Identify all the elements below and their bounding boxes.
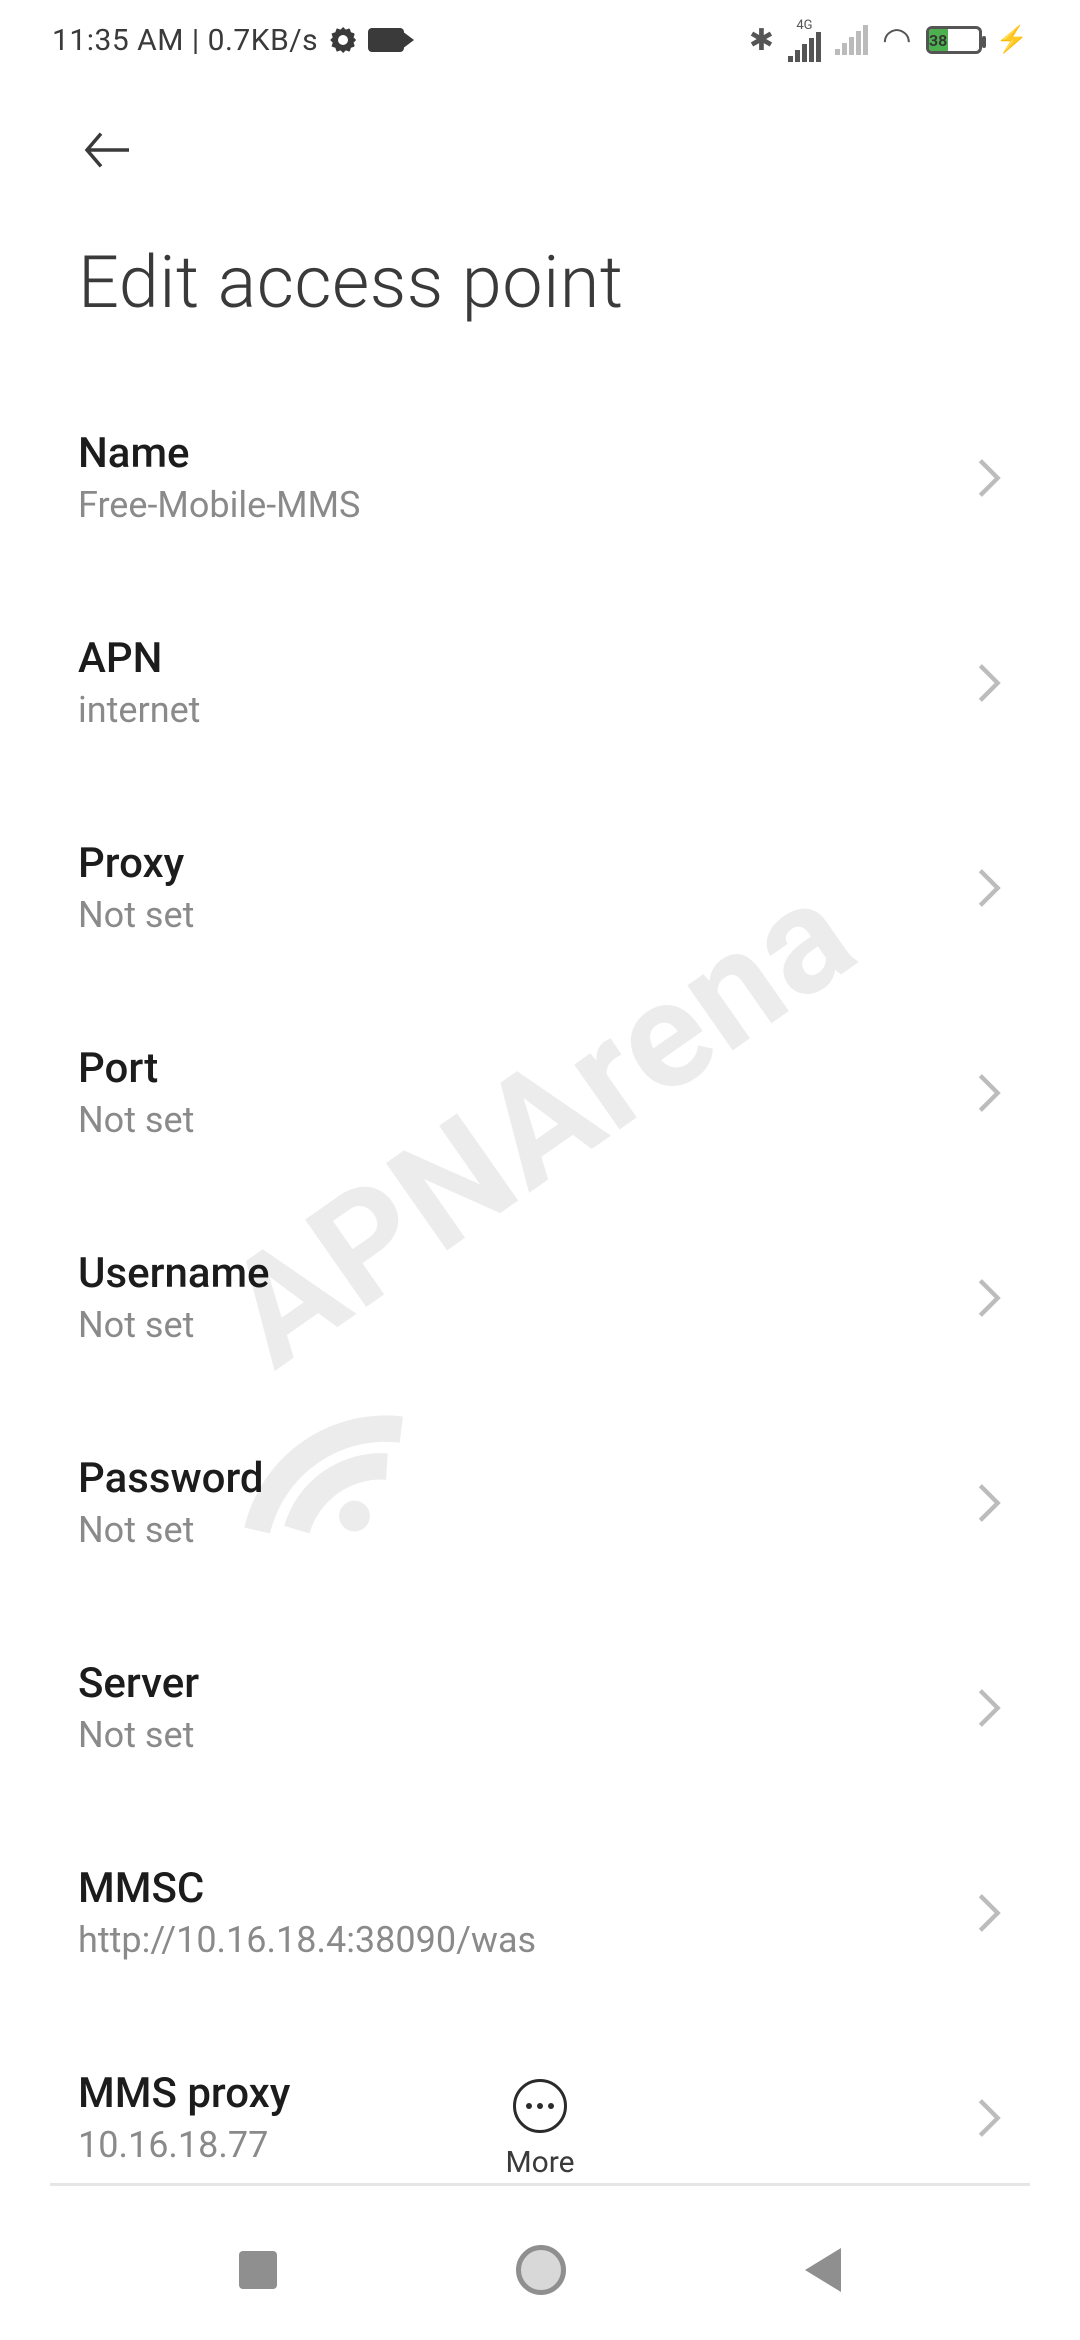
setting-row-password[interactable]: Password Not set xyxy=(78,1400,1002,1605)
chevron-right-icon xyxy=(976,1686,1002,1730)
setting-row-username[interactable]: Username Not set xyxy=(78,1195,1002,1400)
battery-level: 38 xyxy=(929,29,948,51)
nav-divider xyxy=(50,2183,1030,2186)
setting-row-proxy[interactable]: Proxy Not set xyxy=(78,785,1002,990)
signal-sim2-icon xyxy=(835,25,868,55)
setting-label: MMSC xyxy=(78,1864,536,1913)
charging-icon: ⚡ xyxy=(996,25,1028,55)
setting-label: Port xyxy=(78,1044,194,1093)
chevron-right-icon xyxy=(976,866,1002,910)
setting-value: Not set xyxy=(78,894,194,936)
status-bar: 11:35 AM | 0.7KB/s ✱ 4G ◠ 38 ⚡ xyxy=(0,0,1080,80)
setting-value: Free-Mobile-MMS xyxy=(78,484,360,526)
setting-value: Not set xyxy=(78,1509,264,1551)
setting-value: Not set xyxy=(78,1304,270,1346)
more-icon xyxy=(513,2079,567,2133)
app-bar xyxy=(0,80,1080,180)
nav-recent-button[interactable] xyxy=(239,2251,277,2289)
status-left: 11:35 AM | 0.7KB/s xyxy=(52,23,404,58)
setting-label: Proxy xyxy=(78,839,194,888)
setting-value: Not set xyxy=(78,1714,199,1756)
setting-label: APN xyxy=(78,634,200,683)
setting-value: Not set xyxy=(78,1099,194,1141)
chevron-right-icon xyxy=(976,1891,1002,1935)
setting-label: Username xyxy=(78,1249,270,1298)
bluetooth-icon: ✱ xyxy=(749,23,774,58)
more-button[interactable]: More xyxy=(505,2079,574,2180)
settings-list: Name Free-Mobile-MMS APN internet Proxy … xyxy=(0,375,1080,2220)
nav-back-button[interactable] xyxy=(805,2248,841,2292)
more-label: More xyxy=(505,2145,574,2180)
status-right: ✱ 4G ◠ 38 ⚡ xyxy=(749,19,1028,62)
setting-label: Password xyxy=(78,1454,264,1503)
status-time: 11:35 AM | 0.7KB/s xyxy=(52,23,318,58)
battery-icon: 38 xyxy=(926,26,982,54)
setting-label: Name xyxy=(78,429,360,478)
camera-icon xyxy=(368,28,404,52)
setting-value: http://10.16.18.4:38090/was xyxy=(78,1919,536,1961)
gear-icon xyxy=(330,27,356,53)
wifi-icon: ◠ xyxy=(882,20,912,60)
chevron-right-icon xyxy=(976,456,1002,500)
chevron-right-icon xyxy=(976,1276,1002,1320)
arrow-left-icon xyxy=(80,122,136,178)
setting-label: Server xyxy=(78,1659,199,1708)
chevron-right-icon xyxy=(976,1071,1002,1115)
system-nav-bar xyxy=(0,2200,1080,2340)
setting-row-apn[interactable]: APN internet xyxy=(78,580,1002,785)
back-button[interactable] xyxy=(78,120,138,180)
setting-row-mmsc[interactable]: MMSC http://10.16.18.4:38090/was xyxy=(78,1810,1002,2015)
bottom-toolbar: More xyxy=(0,2079,1080,2180)
setting-row-server[interactable]: Server Not set xyxy=(78,1605,1002,1810)
chevron-right-icon xyxy=(976,1481,1002,1525)
setting-value: internet xyxy=(78,689,200,731)
page-title: Edit access point xyxy=(0,180,1080,375)
setting-row-port[interactable]: Port Not set xyxy=(78,990,1002,1195)
signal-4g-icon: 4G xyxy=(788,19,821,62)
setting-row-name[interactable]: Name Free-Mobile-MMS xyxy=(78,375,1002,580)
nav-home-button[interactable] xyxy=(516,2245,566,2295)
chevron-right-icon xyxy=(976,661,1002,705)
